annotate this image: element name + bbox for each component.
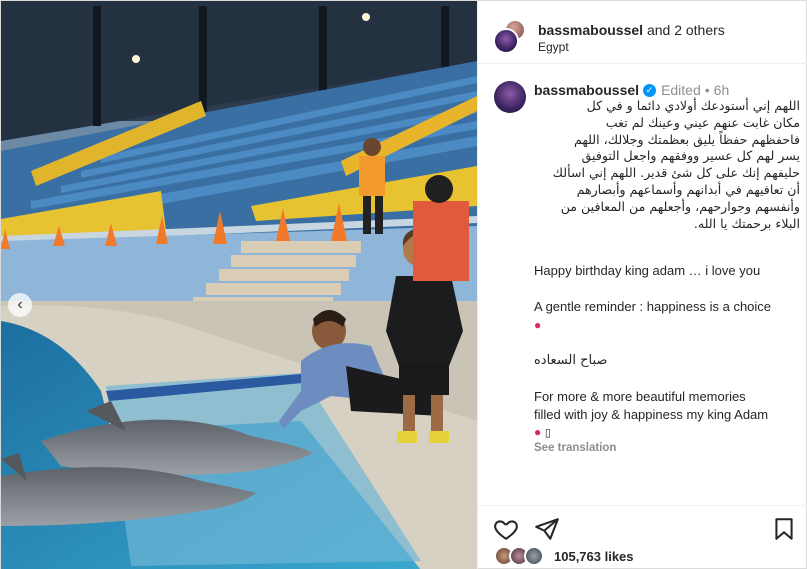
caption-line: مكان غابت عنهم عيني وعينك لم تغب (605, 114, 800, 130)
separator-dot: • (704, 82, 710, 98)
verified-badge-icon: ✓ (643, 83, 657, 97)
dolphin-arena-photo (1, 1, 477, 569)
post-header: bassmaboussel and 2 others Egypt (478, 1, 807, 64)
likes-row[interactable]: 105,763 likes (494, 545, 634, 567)
collab-avatars[interactable] (493, 19, 527, 54)
caption-area: bassmaboussel ✓ Edited • 6h اللهم إني أس… (478, 65, 807, 505)
post-sidebar: bassmaboussel and 2 others Egypt bassmab… (477, 1, 807, 569)
avatar[interactable] (493, 28, 519, 54)
chevron-left-icon: ‹ (17, 296, 23, 313)
caption-username-link[interactable]: bassmaboussel (534, 82, 639, 98)
caption-meta: bassmaboussel ✓ Edited • 6h (534, 82, 729, 98)
avatar (524, 546, 544, 566)
liker-avatars[interactable] (494, 546, 548, 566)
header-username-link[interactable]: bassmaboussel (538, 22, 643, 38)
edited-label: Edited (661, 82, 701, 98)
caption-memories-line-2: filled with joy & happiness my king Adam (534, 407, 769, 422)
balloon-emoji-icon: ● ▯ (534, 425, 551, 439)
see-translation-link[interactable]: See translation (534, 442, 616, 454)
avatar[interactable] (494, 81, 526, 113)
location-link[interactable]: Egypt (538, 40, 569, 54)
caption-line: حليفهم إنك على كل شئ قدير. اللهم إني اسأ… (552, 165, 800, 181)
caption-line: البلاء برحمتك يا الله. (693, 215, 800, 231)
paper-plane-icon[interactable] (534, 516, 560, 542)
bookmark-icon[interactable] (771, 516, 797, 542)
caption-birthday-line: Happy birthday king adam … i love you (534, 263, 761, 278)
caption-line: اللهم إني أستودعك أولادي دائما و في كل (586, 98, 800, 113)
caption-morning-line: صباح السعاده (534, 353, 608, 368)
caption-line: وأنفسهم وجوارحهم، وأجعلهم من المعافين من (560, 198, 800, 214)
header-others-link[interactable]: and 2 others (647, 22, 725, 38)
caption-line: فاحفظهم حفظاً يليق بعظمتك وجلالك، اللهم (573, 131, 800, 147)
post-photo[interactable]: ‹ (1, 1, 477, 569)
timestamp[interactable]: 6h (714, 82, 730, 98)
heart-icon[interactable] (493, 516, 519, 542)
previous-photo-button[interactable]: ‹ (8, 293, 32, 317)
balloon-emoji-icon: ● (534, 318, 542, 332)
instagram-post: ‹ bassmaboussel and 2 others Egypt bassm… (0, 0, 807, 569)
action-bar (478, 505, 807, 545)
caption-memories-line-1: For more & more beautiful memories (534, 389, 746, 404)
likes-count[interactable]: 105,763 likes (554, 549, 634, 564)
caption-line: يسر لهم كل عسير ووفقهم واجعل التوفيق (581, 148, 800, 164)
caption-line: أن تعافيهم في أبدانهم وأسماعهم وأبصارهم (576, 181, 800, 197)
caption-arabic-prayer: اللهم إني أستودعك أولادي دائما و في كل م… (530, 98, 800, 232)
caption-reminder-line: A gentle reminder : happiness is a choic… (534, 299, 772, 314)
header-usernames: bassmaboussel and 2 others (538, 22, 725, 38)
